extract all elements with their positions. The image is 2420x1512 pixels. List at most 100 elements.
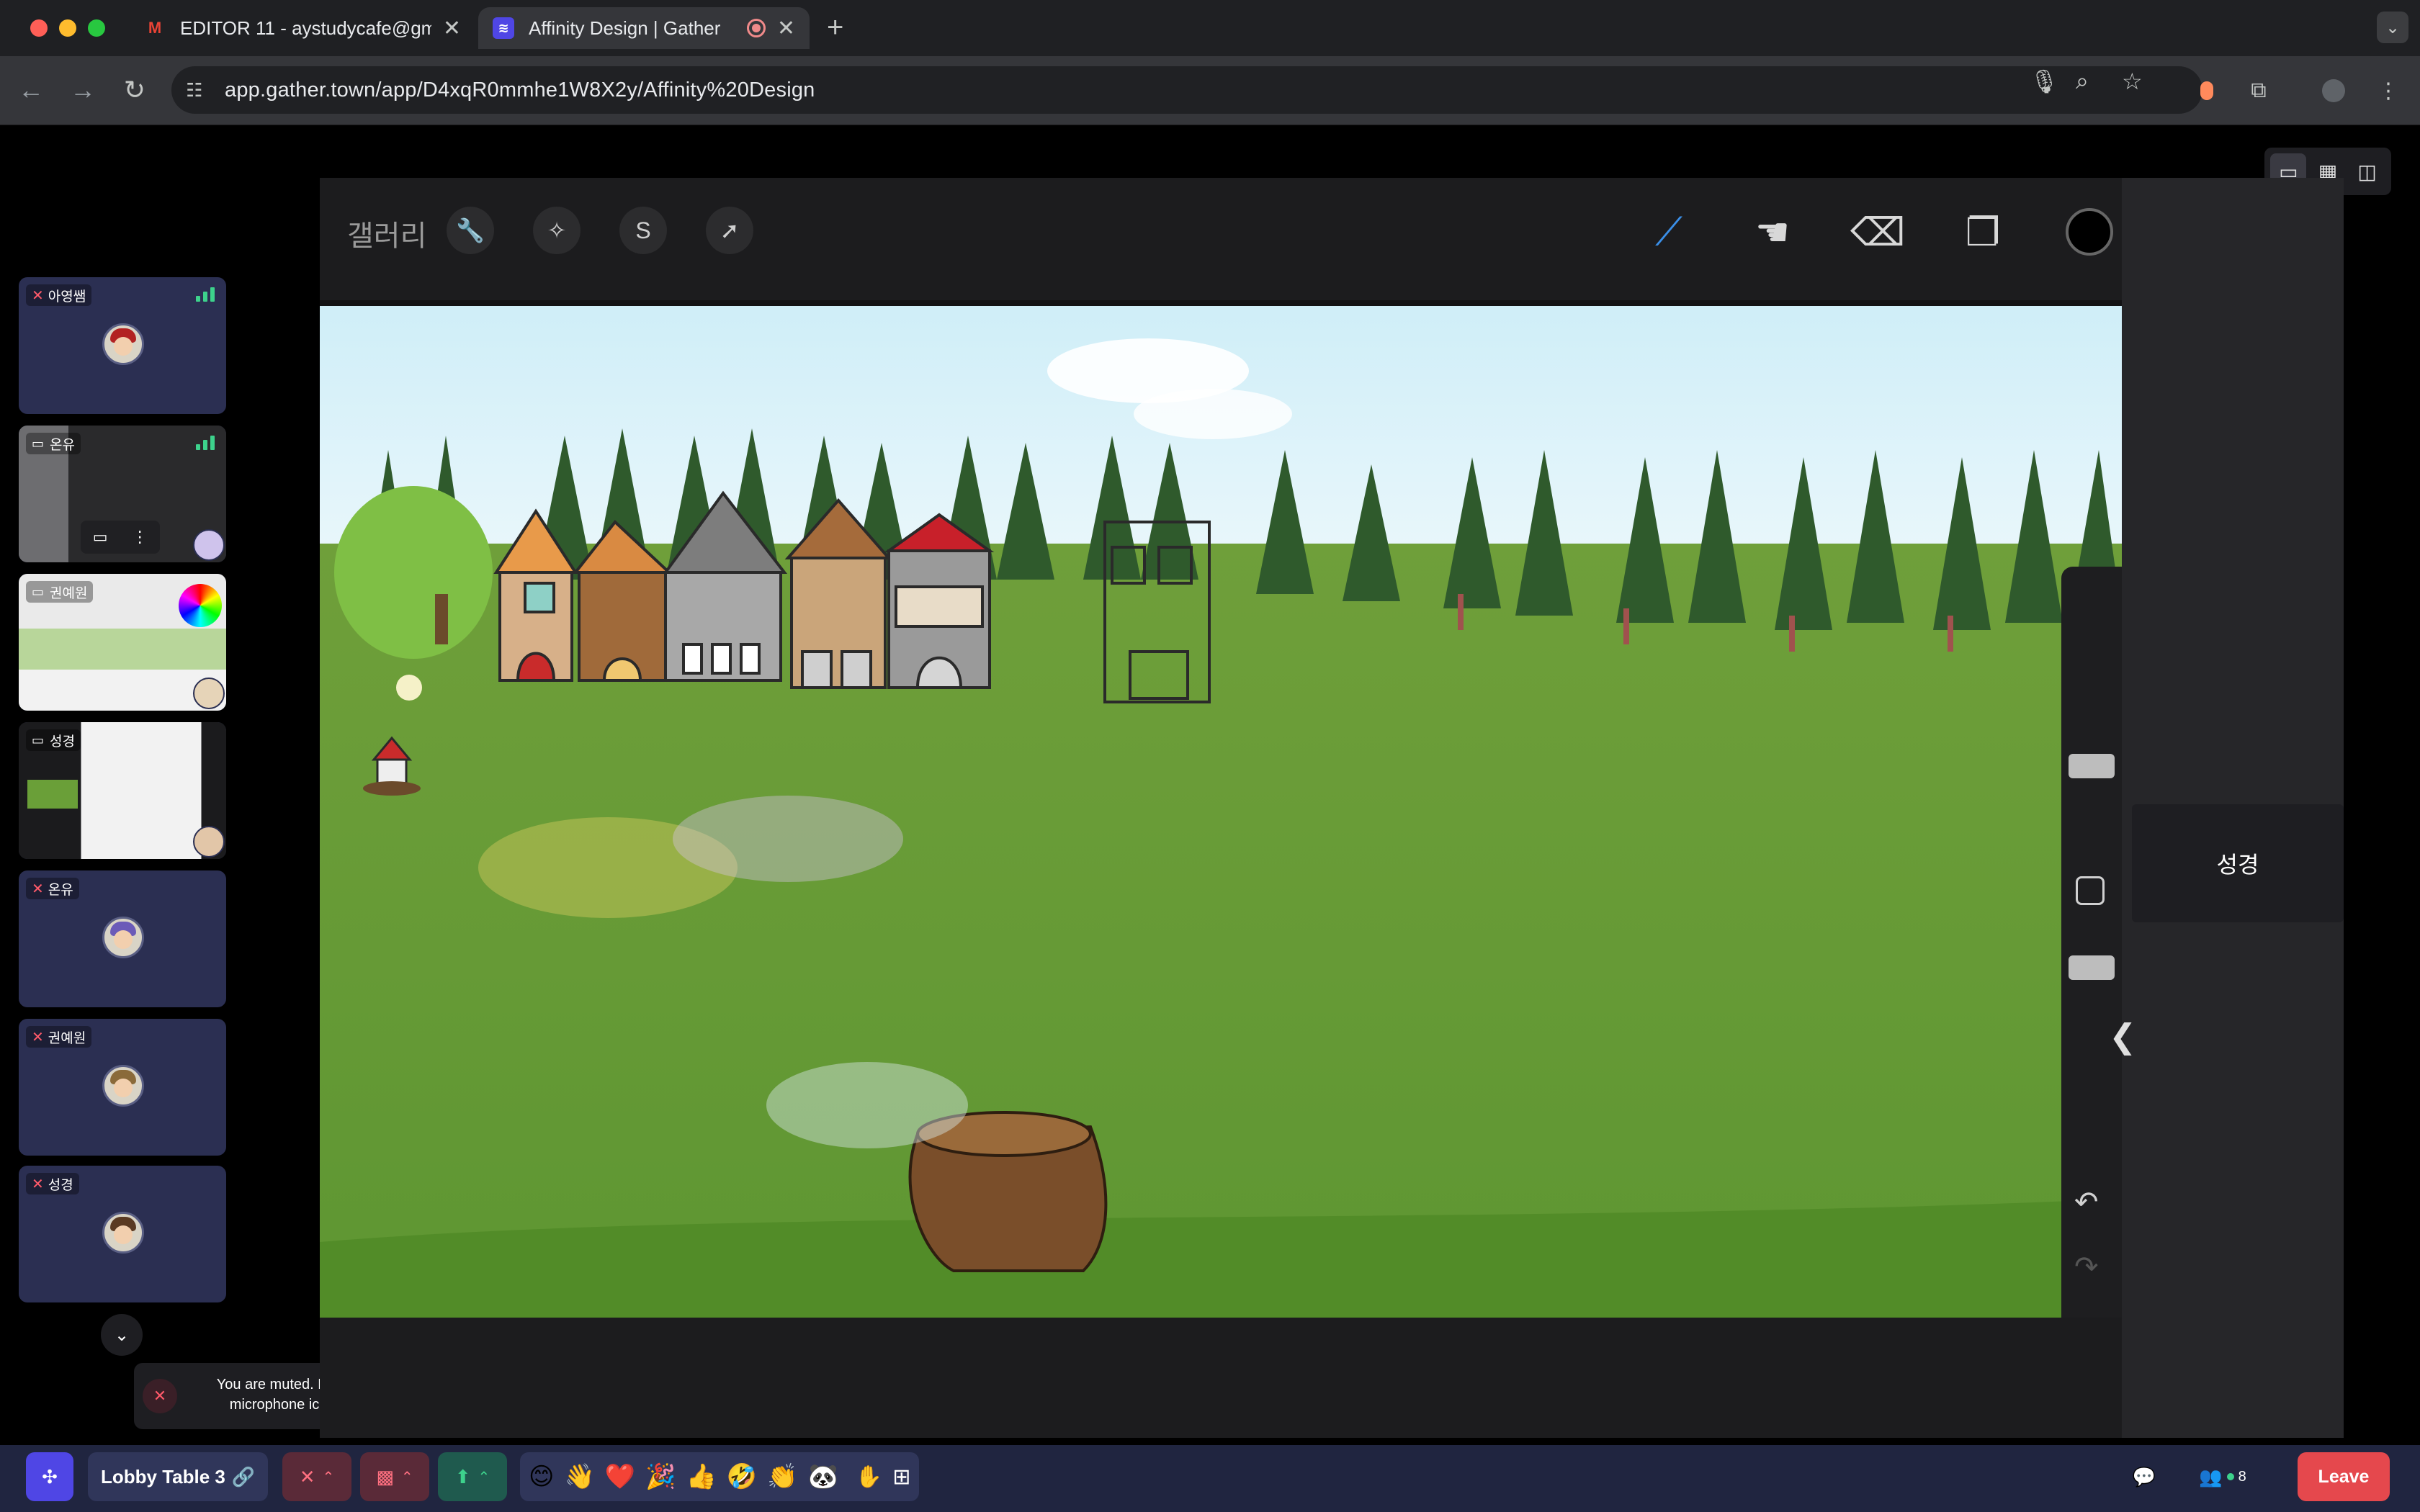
participant-name-tag: ▭ 성경 bbox=[26, 729, 81, 751]
procreate-bottom-area bbox=[320, 1318, 2122, 1438]
procreate-top-toolbar: 갤러리 🔧 ✧ S ➚ ⟋ ☚ ⌫ ❐ bbox=[320, 178, 2122, 300]
chevron-up-icon[interactable]: ⌃ bbox=[401, 1468, 413, 1486]
emoji-smile[interactable]: 😊 bbox=[529, 1462, 554, 1491]
microphone-icon[interactable]: 🎙 bbox=[2030, 68, 2059, 95]
participant-tile[interactable]: ✕ 권예원 bbox=[19, 1019, 226, 1156]
close-tab-icon[interactable]: ✕ bbox=[443, 16, 461, 41]
participant-count: 8 bbox=[2238, 1468, 2246, 1485]
screen-share-button[interactable]: ⬆ ⌃ bbox=[438, 1452, 507, 1501]
avatar bbox=[102, 1065, 144, 1107]
emoji-wave[interactable]: 👋 bbox=[564, 1462, 594, 1491]
participant-tile-screenshare[interactable]: ▭ 온유 ▭ ⋮ bbox=[19, 426, 226, 562]
url-text: app.gather.town/app/D4xqR0mmhe1W8X2y/Aff… bbox=[225, 78, 815, 102]
participant-name-tag: ✕ 성경 bbox=[26, 1173, 79, 1194]
collapse-sidebar-chevron-icon[interactable]: ❮ bbox=[2109, 1017, 2137, 1056]
emoji-party[interactable]: 🎉 bbox=[645, 1462, 676, 1491]
transform-arrow-icon[interactable]: ➚ bbox=[706, 207, 753, 254]
minimize-window-button[interactable] bbox=[59, 19, 76, 37]
camera-toggle-button[interactable]: ▩ ⌃ bbox=[360, 1452, 429, 1501]
forward-arrow-icon[interactable]: → bbox=[65, 72, 101, 108]
more-emotes-icon[interactable]: ⊞ bbox=[892, 1464, 910, 1490]
leave-button[interactable]: Leave bbox=[2298, 1452, 2390, 1501]
zoom-icon[interactable]: ⌕ bbox=[2076, 68, 2089, 95]
emote-bar: 😊 👋 ❤️ 🎉 👍 🤣 👏 🐼 ✋ ⊞ bbox=[520, 1452, 920, 1501]
tab-search-chevron-down-icon[interactable]: ⌄ bbox=[2377, 12, 2408, 43]
procreate-sidebar: ↶ ↷ bbox=[2061, 567, 2122, 1344]
gather-logo-icon[interactable]: ✣ bbox=[26, 1452, 73, 1501]
drawing-canvas[interactable] bbox=[320, 306, 2122, 1318]
participant-tile[interactable]: ✕ 성경 bbox=[19, 1166, 226, 1302]
gmail-icon: M bbox=[148, 19, 162, 37]
emoji-panda[interactable]: 🐼 bbox=[808, 1462, 838, 1491]
screen-share-icon[interactable]: ▭ bbox=[93, 528, 108, 546]
emoji-thumbs-up[interactable]: 👍 bbox=[686, 1462, 716, 1491]
tab-gather[interactable]: ≋ Affinity Design | Gather ✕ bbox=[478, 7, 810, 49]
people-icon: 👥 bbox=[2199, 1465, 2223, 1488]
chat-icon[interactable]: 💬 bbox=[2120, 1452, 2168, 1501]
new-tab-button[interactable]: + bbox=[827, 12, 843, 44]
more-options-icon[interactable]: ⋮ bbox=[132, 528, 148, 546]
undo-icon[interactable]: ↶ bbox=[2074, 1186, 2099, 1219]
reload-icon[interactable]: ↻ bbox=[117, 72, 153, 108]
close-tab-icon[interactable]: ✕ bbox=[777, 16, 795, 41]
extension-icon[interactable] bbox=[2191, 75, 2223, 107]
selection-icon[interactable]: S bbox=[619, 207, 667, 254]
redo-icon[interactable]: ↷ bbox=[2074, 1251, 2099, 1284]
chevron-up-icon[interactable]: ⌃ bbox=[478, 1468, 490, 1486]
profile-avatar[interactable] bbox=[2318, 75, 2349, 107]
gallery-button[interactable]: 갤러리 bbox=[347, 212, 426, 254]
browser-menu-icon[interactable]: ⋮ bbox=[2372, 75, 2404, 107]
gather-app: ▭ ▦ ◫ ✕ 아영쌤 ▭ 온유 ▭ ⋮ ▭ 권예원 ▭ 성경 ✕ 온유 ✕ 권예원 bbox=[0, 126, 2420, 1512]
tab-title: EDITOR 11 - aystudycafe@gm bbox=[180, 17, 431, 39]
wrench-icon[interactable]: 🔧 bbox=[447, 207, 494, 254]
chevron-up-icon[interactable]: ⌃ bbox=[323, 1468, 335, 1486]
village-illustration bbox=[320, 306, 2122, 1318]
mic-muted-icon: ✕ bbox=[32, 1029, 44, 1045]
room-button[interactable]: Lobby Table 3 🔗 bbox=[88, 1452, 268, 1501]
back-arrow-icon[interactable]: ← bbox=[13, 72, 49, 108]
emoji-rofl[interactable]: 🤣 bbox=[727, 1462, 757, 1491]
browser-toolbar: ← → ↻ ☷ app.gather.town/app/D4xqR0mmhe1W… bbox=[0, 56, 2420, 125]
modify-button[interactable] bbox=[2076, 876, 2105, 905]
participant-name-tag: ▭ 권예원 bbox=[26, 581, 94, 603]
online-dot bbox=[2226, 1473, 2234, 1480]
show-more-participants-chevron-down-icon[interactable]: ⌄ bbox=[101, 1314, 143, 1356]
emoji-clap[interactable]: 👏 bbox=[767, 1462, 797, 1491]
emoji-heart[interactable]: ❤️ bbox=[605, 1462, 635, 1491]
address-bar[interactable]: ☷ app.gather.town/app/D4xqR0mmhe1W8X2y/A… bbox=[171, 66, 2202, 114]
mic-muted-icon: ✕ bbox=[32, 881, 44, 897]
participant-name-tag: ✕ 온유 bbox=[26, 878, 79, 899]
opacity-slider[interactable] bbox=[2069, 955, 2115, 980]
sidebar-view-icon[interactable]: ◫ bbox=[2349, 153, 2385, 189]
participant-tile[interactable]: ✕ 온유 bbox=[19, 870, 226, 1007]
bookmark-star-icon[interactable]: ☆ bbox=[2122, 68, 2143, 95]
site-settings-icon[interactable]: ☷ bbox=[186, 79, 215, 102]
brush-size-slider[interactable] bbox=[2069, 754, 2115, 778]
raise-hand-icon[interactable]: ✋ bbox=[856, 1464, 882, 1490]
gather-bottom-bar: ✣ Lobby Table 3 🔗 ✕ ⌃ ▩ ⌃ ⬆ ⌃ 😊 👋 ❤️ 🎉 👍 🤣 … bbox=[0, 1445, 2420, 1512]
recording-icon bbox=[746, 19, 766, 37]
screen-share-icon: ▭ bbox=[32, 436, 45, 451]
extensions-puzzle-icon[interactable]: ⧉ bbox=[2243, 75, 2275, 107]
participant-name-tag: ▭ 온유 bbox=[26, 433, 81, 454]
browser-tab-bar: M EDITOR 11 - aystudycafe@gm ✕ ≋ Affinit… bbox=[0, 0, 2420, 56]
shared-screen[interactable]: 갤러리 🔧 ✧ S ➚ ⟋ ☚ ⌫ ❐ ↶ ↷ ❮ 성경 bbox=[320, 178, 2344, 1438]
mic-muted-icon[interactable]: ✕ bbox=[143, 1379, 177, 1413]
mic-toggle-button[interactable]: ✕ ⌃ bbox=[282, 1452, 351, 1501]
layers-icon[interactable]: ❐ bbox=[1958, 207, 2008, 257]
screen-share-icon: ▭ bbox=[32, 584, 45, 599]
participant-tile[interactable]: ✕ 아영쌤 bbox=[19, 277, 226, 414]
eraser-icon[interactable]: ⌫ bbox=[1850, 207, 1905, 257]
avatar bbox=[193, 678, 225, 709]
participants-button[interactable]: 👥 8 bbox=[2187, 1452, 2259, 1501]
maximize-window-button[interactable] bbox=[88, 19, 105, 37]
close-window-button[interactable] bbox=[30, 19, 48, 37]
brush-icon[interactable]: ⟋ bbox=[1644, 207, 1694, 257]
participant-tile-screenshare[interactable]: ▭ 권예원 bbox=[19, 574, 226, 711]
smudge-icon[interactable]: ☚ bbox=[1747, 207, 1798, 257]
magic-wand-icon[interactable]: ✧ bbox=[533, 207, 581, 254]
participant-tile-screenshare[interactable]: ▭ 성경 bbox=[19, 722, 226, 859]
link-icon[interactable]: 🔗 bbox=[232, 1466, 255, 1488]
color-picker-button[interactable] bbox=[2066, 208, 2113, 256]
tab-gmail[interactable]: M EDITOR 11 - aystudycafe@gm ✕ bbox=[130, 7, 475, 49]
